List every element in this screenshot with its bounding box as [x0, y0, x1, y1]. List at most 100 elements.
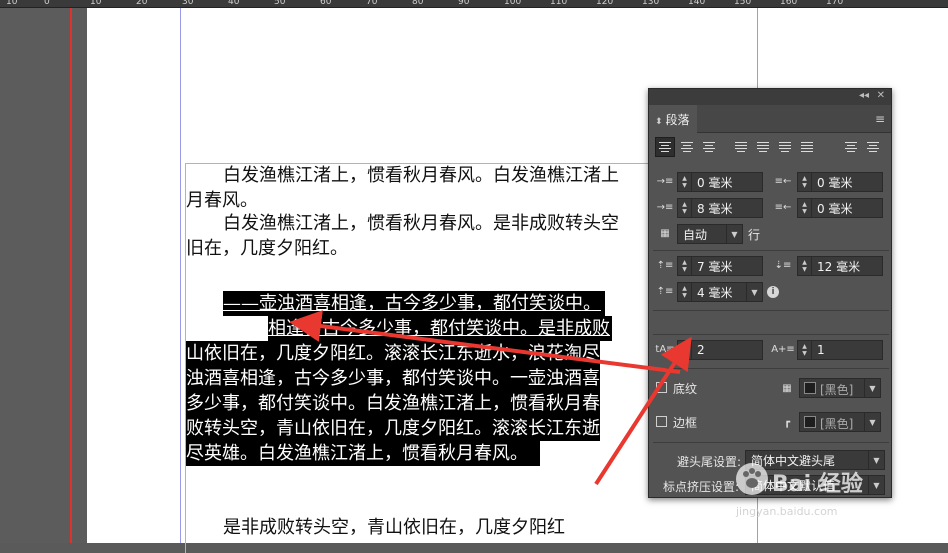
info-icon[interactable]: i	[767, 286, 779, 298]
right-indent-value[interactable]: 0 毫米	[812, 174, 852, 191]
drop-cap-lines-field[interactable]: ▲ ▼ 2	[677, 340, 763, 360]
border-color-select[interactable]: [黑色] ▼	[799, 412, 881, 432]
space-between-value[interactable]: 4 毫米	[692, 284, 732, 301]
ruler-label: 100	[504, 0, 522, 7]
close-icon[interactable]: ✕	[877, 90, 885, 101]
right-indent-field[interactable]: ▲ ▼ 0 毫米	[797, 172, 883, 192]
align-center-button[interactable]	[677, 137, 697, 157]
divider	[653, 334, 889, 335]
auto-leading-unit: 行	[748, 228, 761, 242]
space-after-icon: ⇣≡	[774, 259, 792, 271]
chevron-down-icon[interactable]: ▼	[864, 413, 880, 431]
paragraph-panel[interactable]: ◂◂ ✕ ⬍ 段落 ≡ →≡ ▲ ▼ 0 毫米 ≡← ▲ ▼ 0 毫米 →≡ ▲ ▼ 8…	[648, 88, 892, 498]
border-corner-icon: ┏	[783, 416, 791, 428]
align-left-button[interactable]	[655, 137, 675, 157]
space-before-field[interactable]: ▲ ▼ 7 毫米	[677, 256, 763, 276]
collapse-icon[interactable]: ◂◂	[859, 90, 869, 101]
shading-color-select[interactable]: [黑色] ▼	[799, 378, 881, 398]
drop-cap-chars-icon: A+≡	[771, 343, 795, 355]
stepper-icon[interactable]: ▲ ▼	[798, 257, 812, 275]
last-line-indent-value[interactable]: 0 毫米	[812, 200, 852, 217]
divider	[653, 250, 889, 251]
shading-checkbox[interactable]	[656, 382, 667, 393]
paw-logo-icon	[736, 463, 768, 495]
ruler-label: 110	[550, 0, 568, 7]
first-line-indent-icon: →≡	[656, 201, 674, 213]
drop-cap-chars-value[interactable]: 1	[812, 343, 825, 357]
selected-text[interactable]: ——壶浊酒喜相逢，古今多少事，都付笑谈中。	[223, 293, 601, 314]
text-line[interactable]: 白发渔樵江渚上，惯看秋月春风。白发渔樵江渚上	[223, 163, 619, 188]
stepper-icon[interactable]: ▲ ▼	[678, 341, 692, 359]
border-checkbox[interactable]	[656, 416, 667, 427]
ruler-label: 130	[642, 0, 660, 7]
justify-left-button[interactable]	[731, 137, 751, 157]
space-after-value[interactable]: 12 毫米	[812, 258, 860, 275]
left-indent-field[interactable]: ▲ ▼ 0 毫米	[677, 172, 763, 192]
selected-text-line[interactable]: 尽英雄。白发渔樵江渚上，惯看秋月春风。	[186, 441, 540, 466]
bleed-guide	[70, 8, 72, 543]
last-line-indent-field[interactable]: ▲ ▼ 0 毫米	[797, 198, 883, 218]
chevron-down-icon[interactable]: ▼	[726, 225, 742, 243]
space-between-field[interactable]: ▲ ▼ 4 毫米 ▼	[677, 282, 763, 302]
shading-label: 底纹	[673, 382, 698, 396]
stepper-icon[interactable]: ▲ ▼	[678, 257, 692, 275]
ruler-label: 120	[596, 0, 614, 7]
first-line-indent-field[interactable]: ▲ ▼ 8 毫米	[677, 198, 763, 218]
selected-text-line[interactable]: 多少事，都付笑谈中。白发渔樵江渚上，惯看秋月春	[186, 391, 600, 416]
horizontal-ruler[interactable]: 10 0 10 20 30 40 50 60 70 80 90 100 110 …	[0, 0, 948, 8]
text-line[interactable]: 旧在，几度夕阳红。	[186, 236, 348, 261]
selected-text-line[interactable]: 山依旧在，几度夕阳红。滚滚长江东逝水，浪花淘尽	[186, 341, 600, 366]
left-indent-icon: →≡	[656, 175, 674, 187]
left-indent-value[interactable]: 0 毫米	[692, 174, 732, 191]
divider	[653, 368, 889, 369]
selected-text-line[interactable]: 相逢，古今多少事，都付笑谈中。是非成败	[268, 316, 612, 341]
drop-cap-lines-value[interactable]: 2	[692, 343, 705, 357]
ruler-label: 50	[274, 0, 286, 7]
auto-leading-select[interactable]: 自动 ▼	[677, 224, 743, 244]
chevron-down-icon[interactable]: ▼	[868, 476, 884, 494]
panel-menu-icon[interactable]: ≡	[875, 112, 885, 126]
text-line[interactable]: 白发渔樵江渚上，惯看秋月春风。是非成败转头空	[223, 211, 619, 236]
selected-text[interactable]: 相逢，古今多少事，都付笑谈中。是非成败	[268, 318, 610, 339]
stepper-icon[interactable]: ▲ ▼	[798, 173, 812, 191]
text-line[interactable]: 是非成败转头空，青山依旧在，几度夕阳红	[223, 515, 565, 540]
selected-text-line[interactable]: ——壶浊酒喜相逢，古今多少事，都付笑谈中。	[223, 291, 605, 316]
justify-center-button[interactable]	[753, 137, 773, 157]
selected-text-line[interactable]: 浊酒喜相逢，古今多少事，都付笑谈中。一壶浊酒喜	[186, 366, 600, 391]
auto-leading-value: 自动	[683, 227, 708, 242]
text-line[interactable]: 月春风。	[186, 188, 258, 213]
space-after-field[interactable]: ▲ ▼ 12 毫米	[797, 256, 883, 276]
panel-titlebar[interactable]: ◂◂ ✕	[649, 89, 891, 105]
stepper-icon[interactable]: ▲ ▼	[678, 199, 692, 217]
chevron-updown-icon: ⬍	[655, 117, 663, 127]
ruler-label: 30	[182, 0, 194, 7]
shading-grid-icon: ▦	[782, 382, 792, 394]
color-swatch	[804, 416, 816, 428]
justify-all-button[interactable]	[797, 137, 817, 157]
tab-paragraph-label: 段落	[665, 113, 690, 127]
align-right-button[interactable]	[699, 137, 719, 157]
ruler-label: 140	[688, 0, 706, 7]
tab-paragraph[interactable]: ⬍ 段落	[649, 105, 697, 133]
stepper-icon[interactable]: ▲ ▼	[798, 199, 812, 217]
drop-cap-chars-field[interactable]: ▲ ▼ 1	[797, 340, 883, 360]
stepper-icon[interactable]: ▲ ▼	[678, 283, 692, 301]
align-away-spine-button[interactable]	[863, 137, 883, 157]
divider	[653, 310, 889, 311]
drop-cap-lines-icon: tA≡	[655, 343, 675, 355]
ruler-label: 10	[6, 0, 18, 7]
chevron-down-icon[interactable]: ▼	[864, 379, 880, 397]
align-toward-spine-button[interactable]	[841, 137, 861, 157]
selected-text-line[interactable]: 败转头空，青山依旧在，几度夕阳红。滚滚长江东逝	[186, 416, 600, 441]
color-swatch	[804, 382, 816, 394]
ruler-label: 90	[458, 0, 470, 7]
chevron-down-icon[interactable]: ▼	[746, 283, 762, 301]
stepper-icon[interactable]: ▲ ▼	[678, 173, 692, 191]
shading-color-value: [黑色]	[820, 383, 854, 397]
stepper-icon[interactable]: ▲ ▼	[798, 341, 812, 359]
first-line-indent-value[interactable]: 8 毫米	[692, 200, 732, 217]
justify-right-button[interactable]	[775, 137, 795, 157]
space-before-value[interactable]: 7 毫米	[692, 258, 732, 275]
chevron-down-icon[interactable]: ▼	[868, 451, 884, 469]
ruler-label: 150	[734, 0, 752, 7]
